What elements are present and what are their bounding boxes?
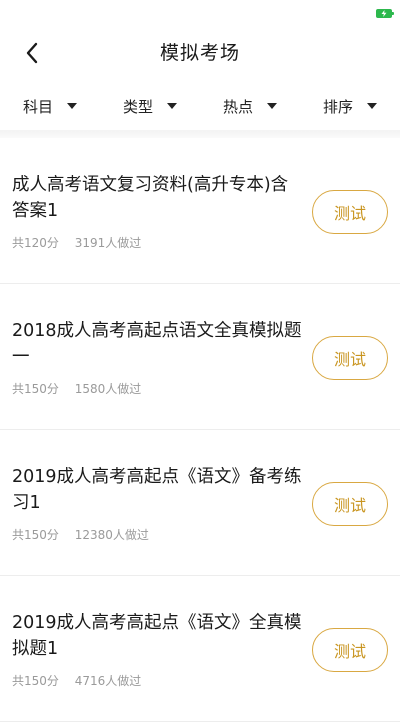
status-bar	[0, 0, 400, 26]
exam-total-score: 共150分	[12, 674, 59, 688]
app-header: 模拟考场	[0, 26, 400, 80]
exam-total-score: 共150分	[12, 382, 59, 396]
filter-label: 类型	[122, 97, 153, 116]
test-button[interactable]: 测试	[312, 482, 388, 526]
filter-sort[interactable]: 排序	[300, 84, 400, 128]
caret-down-icon	[367, 103, 377, 109]
exam-title: 2019成人高考高起点《语文》全真模拟题1	[12, 613, 302, 659]
caret-down-icon	[267, 103, 277, 109]
exam-meta: 共150分 1580人做过	[12, 380, 141, 397]
exam-list-item[interactable]: 2019成人高考高起点《语文》备考练习1 共150分 12380人做过 测试	[0, 430, 400, 576]
page-title: 模拟考场	[159, 42, 240, 64]
test-button[interactable]: 测试	[312, 190, 388, 234]
exam-list-item[interactable]: 2019成人高考高起点《语文》全真模拟题1 共150分 4716人做过 测试	[0, 576, 400, 722]
exam-total-score: 共150分	[12, 528, 59, 542]
section-divider	[0, 130, 400, 138]
exam-title: 成人高考语文复习资料(高升专本)含答案1	[12, 175, 289, 221]
filter-type[interactable]: 类型	[100, 84, 200, 128]
exam-list-item[interactable]: 2018成人高考高起点语文全真模拟题一 共150分 1580人做过 测试	[0, 284, 400, 430]
exam-taken-count: 1580人做过	[74, 382, 142, 396]
filter-hot[interactable]: 热点	[200, 84, 300, 128]
caret-down-icon	[167, 103, 177, 109]
caret-down-icon	[67, 103, 77, 109]
exam-title: 2019成人高考高起点《语文》备考练习1	[12, 467, 302, 513]
filter-label: 排序	[322, 97, 353, 116]
filter-subject[interactable]: 科目	[0, 84, 100, 128]
battery-charging-icon	[376, 9, 394, 18]
exam-meta: 共120分 3191人做过	[12, 234, 141, 251]
filter-label: 科目	[22, 97, 53, 116]
test-button[interactable]: 测试	[312, 628, 388, 672]
exam-list: 成人高考语文复习资料(高升专本)含答案1 共120分 3191人做过 测试 20…	[0, 138, 400, 722]
exam-meta: 共150分 12380人做过	[12, 526, 149, 543]
exam-title: 2018成人高考高起点语文全真模拟题一	[12, 321, 302, 367]
filter-label: 热点	[222, 97, 253, 116]
exam-list-item[interactable]: 成人高考语文复习资料(高升专本)含答案1 共120分 3191人做过 测试	[0, 138, 400, 284]
exam-taken-count: 4716人做过	[74, 674, 142, 688]
filter-bar: 科目 类型 热点 排序	[0, 84, 400, 128]
exam-taken-count: 3191人做过	[74, 236, 142, 250]
exam-total-score: 共120分	[12, 236, 59, 250]
test-button[interactable]: 测试	[312, 336, 388, 380]
exam-meta: 共150分 4716人做过	[12, 672, 141, 689]
exam-taken-count: 12380人做过	[74, 528, 149, 542]
